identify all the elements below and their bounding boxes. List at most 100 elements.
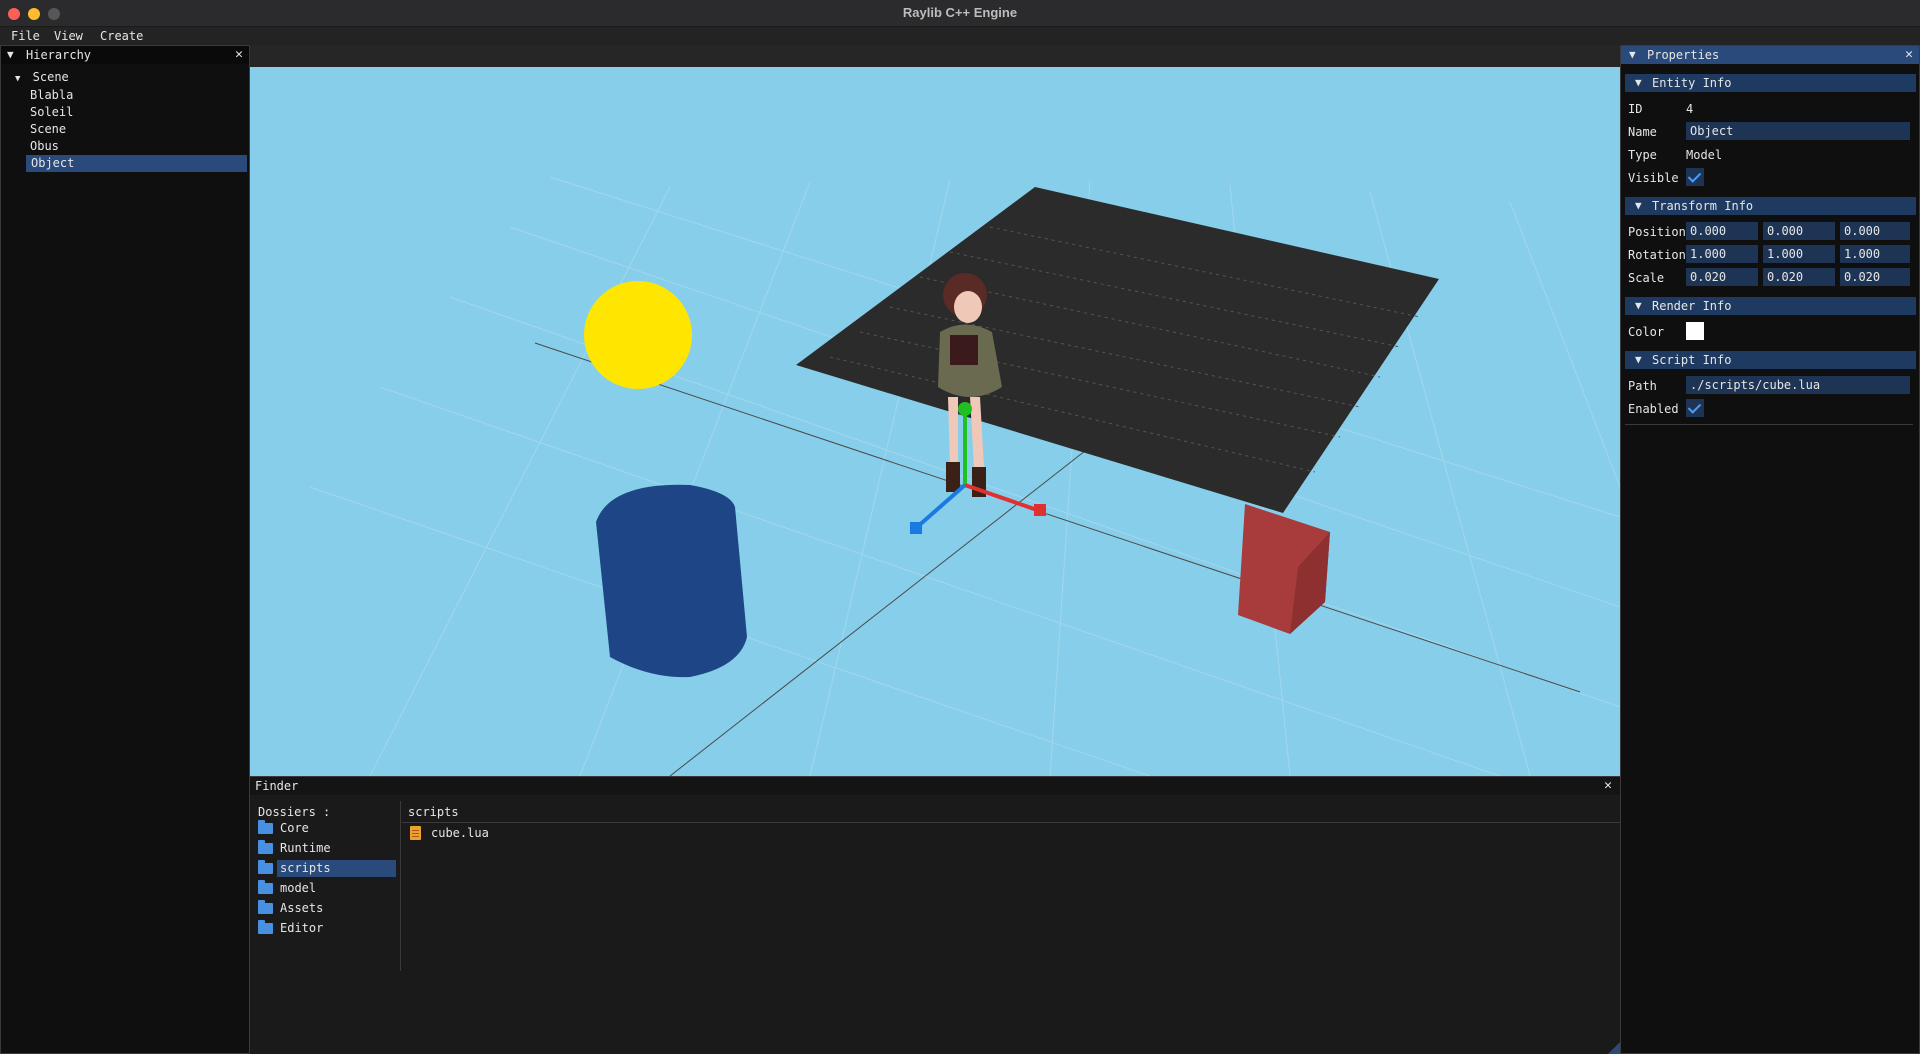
folders-label: Dossiers : xyxy=(258,805,331,819)
transform-info-title: Transform Info xyxy=(1652,199,1754,213)
collapse-triangle-icon[interactable]: ▼ xyxy=(1635,299,1642,312)
finder-divider xyxy=(400,801,401,971)
rotation-y-field[interactable]: 1.000 xyxy=(1763,245,1835,263)
scale-label: Scale xyxy=(1628,271,1665,285)
folder-icon xyxy=(258,820,273,834)
collapse-triangle-icon[interactable]: ▼ xyxy=(7,48,14,61)
tree-root-scene[interactable]: ▼ Scene xyxy=(15,70,69,84)
file-item-cube-lua[interactable]: cube.lua xyxy=(410,824,530,842)
dark-plane[interactable] xyxy=(796,187,1439,513)
rotation-z-field[interactable]: 1.000 xyxy=(1840,245,1910,263)
tree-root-label: Scene xyxy=(32,70,69,84)
path-label: Path xyxy=(1628,379,1657,393)
gizmo-y-handle[interactable] xyxy=(958,402,972,416)
menu-view[interactable]: View xyxy=(54,29,83,43)
close-icon[interactable]: ✕ xyxy=(235,47,243,62)
collapse-triangle-icon[interactable]: ▼ xyxy=(1635,199,1642,212)
menu-create[interactable]: Create xyxy=(100,29,143,43)
enabled-label: Enabled xyxy=(1628,402,1679,416)
position-label: Position xyxy=(1628,225,1686,239)
folder-label: Runtime xyxy=(280,841,331,855)
folder-item-scripts[interactable]: scripts xyxy=(256,860,396,877)
folder-item-assets[interactable]: Assets xyxy=(256,900,396,917)
collapse-triangle-icon[interactable]: ▼ xyxy=(1629,48,1636,61)
scale-z-field[interactable]: 0.020 xyxy=(1840,268,1910,286)
folder-label: Core xyxy=(280,821,309,835)
rotation-x-field[interactable]: 1.000 xyxy=(1686,245,1758,263)
render-info-header[interactable]: ▼ Render Info xyxy=(1625,297,1916,315)
scene-render[interactable] xyxy=(250,67,1620,776)
folder-icon xyxy=(258,880,273,894)
gizmo-x-axis[interactable] xyxy=(964,483,1041,513)
rotation-label: Rotation xyxy=(1628,248,1686,262)
folder-label: scripts xyxy=(277,860,396,877)
visible-label: Visible xyxy=(1628,171,1679,185)
name-field[interactable]: Object xyxy=(1686,122,1910,140)
title-bar: Raylib C++ Engine xyxy=(0,0,1920,27)
scale-y-field[interactable]: 0.020 xyxy=(1763,268,1835,286)
position-x-field[interactable]: 0.000 xyxy=(1686,222,1758,240)
close-icon[interactable]: ✕ xyxy=(1905,47,1913,62)
scale-x-field[interactable]: 0.020 xyxy=(1686,268,1758,286)
folder-item-model[interactable]: model xyxy=(256,880,396,897)
cylinder[interactable] xyxy=(596,484,747,678)
collapse-triangle-icon[interactable]: ▼ xyxy=(1635,76,1642,89)
finder-header[interactable]: Finder ✕ xyxy=(250,777,1620,795)
menu-bar: File View Create xyxy=(0,27,1920,45)
menu-file[interactable]: File xyxy=(11,29,40,43)
gizmo-x-handle[interactable] xyxy=(1034,504,1046,516)
finder-title: Finder xyxy=(255,779,299,793)
id-label: ID xyxy=(1628,102,1643,116)
render-info-title: Render Info xyxy=(1652,299,1732,313)
hierarchy-header[interactable]: ▼ Hierarchy ✕ xyxy=(1,46,249,64)
gizmo-z-handle[interactable] xyxy=(910,522,922,534)
color-label: Color xyxy=(1628,325,1665,339)
resize-grip-icon[interactable] xyxy=(1608,1042,1620,1054)
entity-info-header[interactable]: ▼ Entity Info xyxy=(1625,74,1916,92)
scene-viewport[interactable] xyxy=(250,67,1620,776)
tree-item-soleil[interactable]: Soleil xyxy=(25,104,246,121)
enabled-checkbox[interactable] xyxy=(1686,399,1704,417)
finder-panel: Finder ✕ Dossiers : Core Runtime scripts… xyxy=(250,776,1620,1054)
type-value: Model xyxy=(1686,148,1723,162)
folder-item-runtime[interactable]: Runtime xyxy=(256,840,396,857)
color-swatch[interactable] xyxy=(1686,322,1704,340)
window-title: Raylib C++ Engine xyxy=(902,5,1018,20)
lua-file-icon xyxy=(410,826,421,840)
tree-expand-icon[interactable]: ▼ xyxy=(15,74,20,84)
id-value: 4 xyxy=(1686,102,1694,116)
close-icon[interactable]: ✕ xyxy=(1604,778,1612,793)
folder-icon xyxy=(258,900,273,914)
tree-item-obus[interactable]: Obus xyxy=(25,138,246,155)
path-divider xyxy=(402,822,1620,823)
transform-info-header[interactable]: ▼ Transform Info xyxy=(1625,197,1916,215)
tree-item-blabla[interactable]: Blabla xyxy=(25,87,246,104)
properties-divider xyxy=(1625,424,1913,425)
script-path-field[interactable]: ./scripts/cube.lua xyxy=(1686,376,1910,394)
visible-checkbox[interactable] xyxy=(1686,168,1704,186)
entity-info-title: Entity Info xyxy=(1652,76,1732,90)
tree-item-object[interactable]: Object xyxy=(26,155,247,172)
folder-label: model xyxy=(280,881,317,895)
type-label: Type xyxy=(1628,148,1657,162)
hierarchy-panel: ▼ Hierarchy ✕ ▼ Scene Blabla Soleil Scen… xyxy=(0,45,250,1054)
properties-header[interactable]: ▼ Properties ✕ xyxy=(1621,46,1919,64)
script-info-title: Script Info xyxy=(1652,353,1732,367)
position-z-field[interactable]: 0.000 xyxy=(1840,222,1910,240)
position-y-field[interactable]: 0.000 xyxy=(1763,222,1835,240)
folder-icon xyxy=(258,860,273,874)
sphere[interactable] xyxy=(584,281,692,389)
folder-icon xyxy=(258,840,273,854)
folder-item-editor[interactable]: Editor xyxy=(256,920,396,937)
hierarchy-title: Hierarchy xyxy=(26,48,92,62)
tree-item-scene[interactable]: Scene xyxy=(25,121,246,138)
file-label: cube.lua xyxy=(431,826,489,840)
gizmo-z-axis[interactable] xyxy=(914,483,967,530)
current-path-label: scripts xyxy=(408,805,459,819)
script-info-header[interactable]: ▼ Script Info xyxy=(1625,351,1916,369)
collapse-triangle-icon[interactable]: ▼ xyxy=(1635,353,1642,366)
folder-item-core[interactable]: Core xyxy=(256,820,396,837)
properties-title: Properties xyxy=(1647,48,1720,62)
folder-label: Editor xyxy=(280,921,324,935)
folder-icon xyxy=(258,920,273,934)
